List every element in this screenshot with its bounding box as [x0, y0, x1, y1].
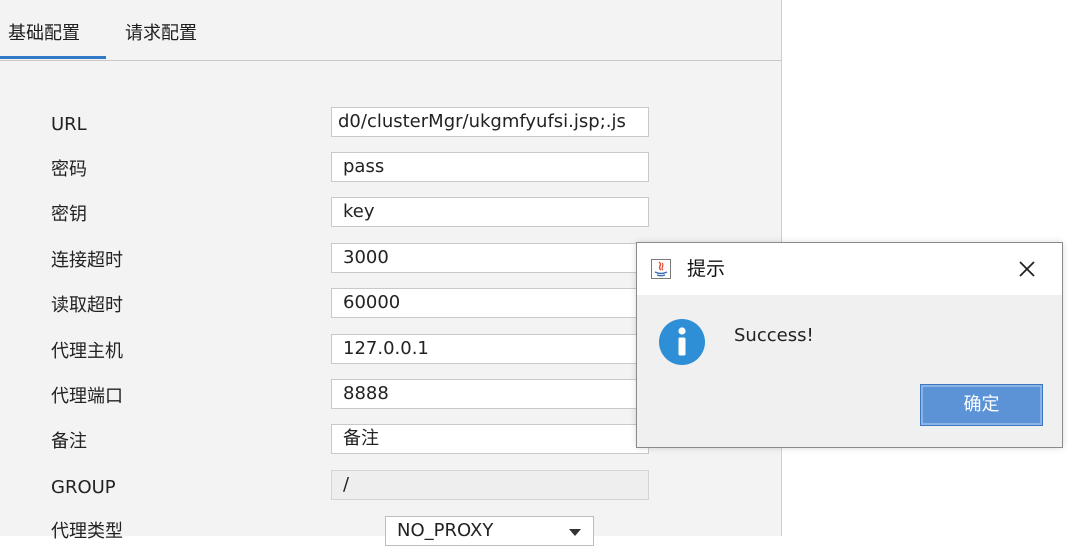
key-row: 密钥 key — [0, 197, 781, 231]
close-icon[interactable] — [1013, 255, 1041, 283]
tab-basic-config[interactable]: 基础配置 — [0, 20, 106, 59]
connect-timeout-field[interactable]: 3000 — [331, 243, 649, 273]
proxy-host-label: 代理主机 — [51, 341, 123, 362]
java-icon — [651, 259, 671, 279]
group-label: GROUP — [51, 477, 116, 498]
remark-field[interactable]: 备注 — [331, 424, 649, 454]
key-label: 密钥 — [51, 204, 87, 225]
dialog-title: 提示 — [687, 258, 726, 280]
read-timeout-label: 读取超时 — [51, 295, 123, 316]
tab-bar: 基础配置 请求配置 — [0, 0, 781, 61]
url-row: URL d0/clusterMgr/ukgmfyufsi.jsp;.js — [0, 107, 781, 141]
connect-timeout-label: 连接超时 — [51, 250, 123, 271]
group-field: / — [331, 470, 649, 500]
proxy-port-field[interactable]: 8888 — [331, 379, 649, 409]
password-label: 密码 — [51, 159, 87, 180]
proxy-type-label: 代理类型 — [51, 521, 123, 542]
proxy-host-field[interactable]: 127.0.0.1 — [331, 334, 649, 364]
dialog-message: Success! — [734, 325, 814, 346]
proxy-type-value: NO_PROXY — [397, 520, 494, 541]
password-row: 密码 pass — [0, 152, 781, 186]
group-row: GROUP / — [0, 470, 781, 504]
ok-button[interactable]: 确定 — [920, 384, 1043, 426]
url-label: URL — [51, 114, 87, 135]
proxy-type-row: 代理类型 NO_PROXY — [0, 514, 781, 548]
proxy-port-label: 代理端口 — [51, 386, 123, 407]
info-icon — [659, 319, 705, 365]
tab-request-config[interactable]: 请求配置 — [125, 20, 215, 58]
url-field[interactable]: d0/clusterMgr/ukgmfyufsi.jsp;.js — [331, 107, 649, 137]
dialog-titlebar: 提示 — [637, 243, 1062, 295]
message-dialog: 提示 Success! 确定 — [636, 242, 1063, 448]
key-field[interactable]: key — [331, 197, 649, 227]
chevron-down-icon — [569, 529, 581, 536]
password-field[interactable]: pass — [331, 152, 649, 182]
remark-label: 备注 — [51, 431, 87, 452]
read-timeout-field[interactable]: 60000 — [331, 288, 649, 318]
proxy-type-select[interactable]: NO_PROXY — [385, 516, 594, 546]
